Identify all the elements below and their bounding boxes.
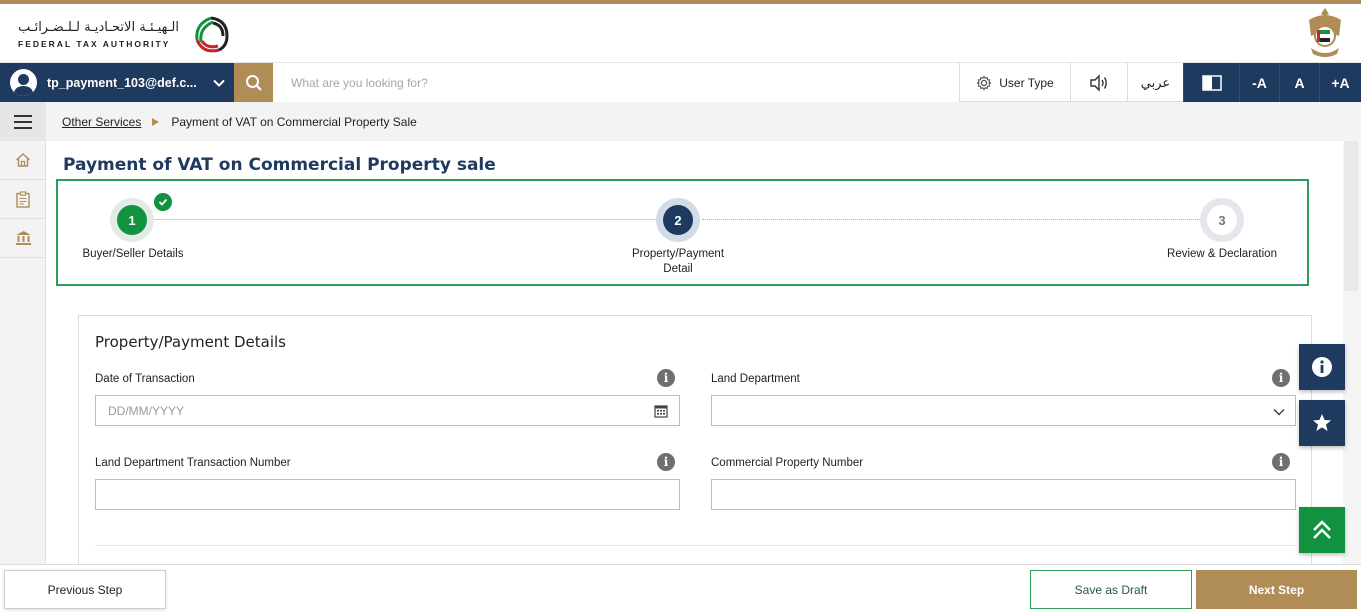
land-department-label: Land Department: [711, 373, 800, 385]
sidebar-item-services[interactable]: [0, 219, 46, 258]
property-payment-details-card: Property/Payment Details Date of Transac…: [78, 315, 1312, 565]
progress-stepper: 1 Buyer/Seller Details 2 Property/Paymen…: [56, 179, 1309, 286]
contrast-toggle-button[interactable]: [1183, 63, 1239, 102]
sidebar-item-tasks[interactable]: [0, 180, 46, 219]
logo-arabic-text: الـهيـئـة الاتحـاديـة لـلـضـرائـب: [18, 19, 180, 35]
user-name: tp_payment_103@def.c...: [47, 75, 197, 90]
gear-icon: [976, 75, 992, 90]
main-toolbar: tp_payment_103@def.c... User Type عربي -…: [0, 63, 1361, 102]
step-complete-check-icon: [154, 193, 172, 211]
section-divider: [95, 545, 1295, 546]
commercial-property-number-input[interactable]: [712, 480, 1295, 509]
star-icon: [1313, 414, 1331, 431]
info-icon[interactable]: i: [1272, 369, 1290, 387]
land-dept-transaction-number-input[interactable]: [96, 480, 679, 509]
date-of-transaction-field[interactable]: [95, 395, 680, 426]
step-2-indicator[interactable]: 2: [656, 198, 700, 242]
favorites-button[interactable]: [1299, 400, 1345, 446]
land-dept-transaction-number-field[interactable]: [95, 479, 680, 510]
user-type-label: User Type: [999, 75, 1054, 90]
date-of-transaction-input[interactable]: [96, 396, 679, 425]
step-1-label: Buyer/Seller Details: [82, 248, 184, 260]
calendar-icon[interactable]: [654, 404, 668, 418]
bank-icon: [15, 231, 31, 245]
form-footer: Previous Step Save as Draft Next Step: [0, 564, 1361, 615]
uae-emblem-icon: [1309, 8, 1341, 57]
help-info-button[interactable]: [1299, 344, 1345, 390]
commercial-property-number-label: Commercial Property Number: [711, 457, 864, 469]
breadcrumb: Other Services Payment of VAT on Commerc…: [46, 102, 1361, 141]
commercial-property-number-field[interactable]: [711, 479, 1296, 510]
step-3-number: 3: [1207, 205, 1237, 235]
user-type-button[interactable]: User Type: [959, 63, 1070, 102]
font-decrease-button[interactable]: -A: [1239, 63, 1279, 102]
step-3-indicator[interactable]: 3: [1200, 198, 1244, 242]
step-1-number: 1: [117, 205, 147, 235]
chevron-down-icon: [213, 79, 225, 87]
info-icon[interactable]: i: [1272, 453, 1290, 471]
previous-step-button[interactable]: Previous Step: [4, 570, 166, 609]
menu-toggle-button[interactable]: [0, 102, 46, 141]
fta-logo[interactable]: الـهيـئـة الاتحـاديـة لـلـضـرائـب FEDERA…: [18, 8, 235, 60]
contrast-icon: [1201, 74, 1222, 91]
breadcrumb-separator-icon: [152, 117, 160, 126]
step-1-indicator[interactable]: 1: [110, 198, 154, 242]
date-of-transaction-label: Date of Transaction: [95, 373, 195, 385]
font-normal-button[interactable]: A: [1279, 63, 1319, 102]
land-department-select[interactable]: [711, 395, 1296, 426]
page-scrollbar-thumb[interactable]: [1344, 141, 1358, 291]
logo-english-text: FEDERAL TAX AUTHORITY: [18, 38, 171, 49]
breadcrumb-current: Payment of VAT on Commercial Property Sa…: [171, 114, 417, 129]
chevron-down-icon: [1273, 408, 1285, 416]
search-input[interactable]: [273, 63, 959, 102]
language-label: عربي: [1140, 74, 1171, 90]
page-title: Payment of VAT on Commercial Property sa…: [63, 155, 496, 175]
menu-icon: [14, 114, 32, 129]
step-3-label: Review & Declaration: [1167, 248, 1277, 260]
info-icon[interactable]: i: [657, 369, 675, 387]
next-step-button[interactable]: Next Step: [1196, 570, 1357, 609]
sidebar-item-home[interactable]: [0, 141, 46, 180]
land-department-value: [712, 396, 1295, 425]
font-increase-button[interactable]: +A: [1319, 63, 1361, 102]
section-title: Property/Payment Details: [95, 333, 286, 351]
clipboard-icon: [16, 190, 30, 208]
stepper-line-completed: [138, 219, 674, 220]
text-to-speech-button[interactable]: [1070, 63, 1127, 102]
step-2-number: 2: [663, 205, 693, 235]
stepper-line-pending: [702, 219, 1208, 220]
fta-logo-mark-icon: [195, 16, 229, 53]
user-avatar-icon: [10, 69, 37, 96]
save-as-draft-button[interactable]: Save as Draft: [1030, 570, 1192, 609]
land-dept-transaction-number-label: Land Department Transaction Number: [95, 457, 291, 469]
search-icon: [245, 74, 262, 91]
search-button[interactable]: [234, 63, 273, 102]
language-toggle[interactable]: عربي: [1127, 63, 1183, 102]
info-icon[interactable]: i: [657, 453, 675, 471]
side-navigation: [0, 102, 46, 564]
site-header: الـهيـئـة الاتحـاديـة لـلـضـرائـب FEDERA…: [0, 4, 1361, 63]
step-2-label: Property/Payment Detail: [631, 248, 725, 275]
scroll-to-top-button[interactable]: [1299, 507, 1345, 553]
info-circle-icon: [1312, 357, 1332, 377]
double-chevron-up-icon: [1313, 520, 1331, 539]
speaker-icon: [1090, 73, 1107, 92]
home-icon: [15, 152, 31, 167]
breadcrumb-link-other-services[interactable]: Other Services: [62, 115, 141, 129]
user-account-menu[interactable]: tp_payment_103@def.c...: [0, 63, 234, 102]
